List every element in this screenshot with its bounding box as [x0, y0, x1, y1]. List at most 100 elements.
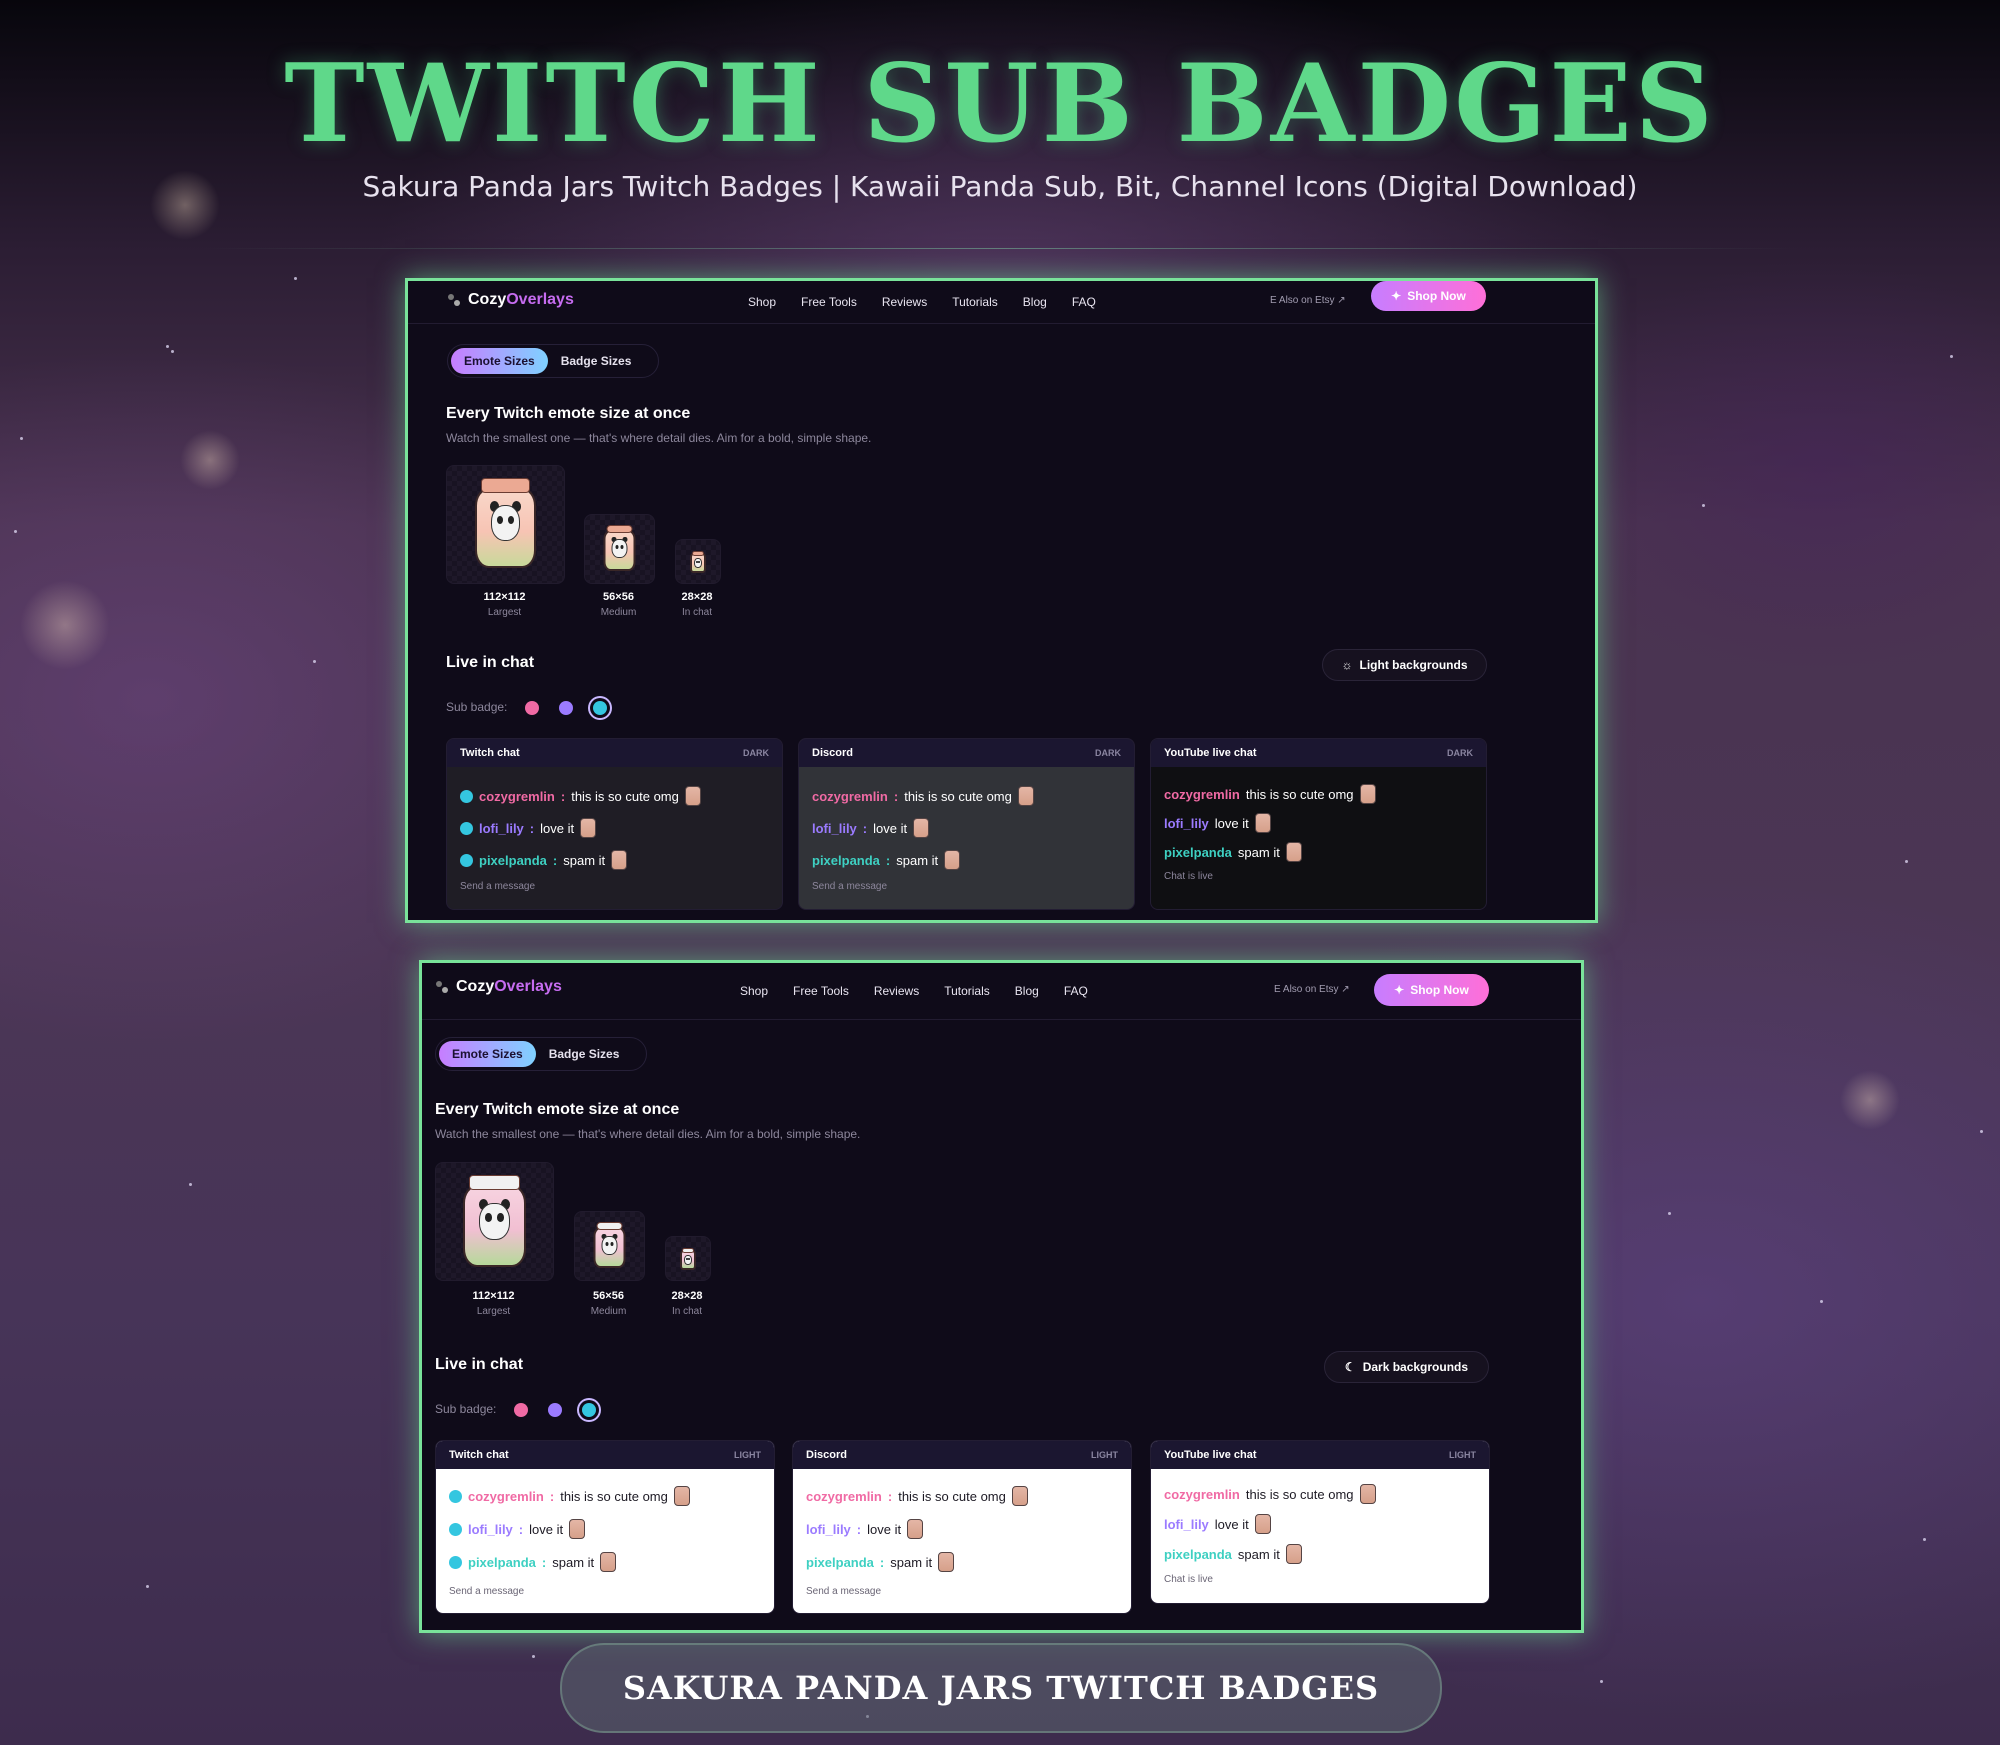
badge-option-cyan[interactable] — [593, 701, 607, 715]
chat-message: cozygremlin this is so cute omg — [1164, 1484, 1376, 1504]
discord-panel: Discord LIGHT cozygremlin: this is so cute… — [792, 1440, 1132, 1614]
twitch-chat-panel: Twitch chat LIGHT cozygremlin: this is so … — [435, 1440, 775, 1614]
section-heading: Every Twitch emote size at once — [446, 405, 691, 422]
panel-mode: LIGHT — [1091, 1450, 1118, 1460]
badge-option-purple[interactable] — [559, 701, 573, 715]
site-logo[interactable]: CozyOverlays — [448, 291, 574, 309]
size-label: 56×56 — [603, 591, 634, 603]
chat-message: lofi_lily: love it — [460, 818, 597, 838]
nav-faq[interactable]: FAQ — [1072, 295, 1096, 309]
tab-badge-sizes[interactable]: Badge Sizes — [548, 348, 645, 374]
top-nav: CozyOverlays Shop Free Tools Reviews Tut… — [422, 963, 1581, 1020]
emote-icon — [1285, 1544, 1302, 1564]
size-tabs: Emote Sizes Badge Sizes — [447, 344, 659, 378]
emote-preview-56 — [574, 1211, 645, 1281]
size-caption: Medium — [590, 1306, 627, 1317]
chat-message: lofi_lily: love it — [449, 1519, 586, 1539]
panda-jar-icon — [462, 1175, 528, 1267]
chat-message: pixelpanda: spam it — [460, 850, 628, 870]
badge-option-cyan[interactable] — [582, 1403, 596, 1417]
logo-text-a: Cozy — [456, 978, 495, 995]
chat-message: lofi_lily: love it — [806, 1519, 924, 1539]
section-description: Watch the smallest one — that's where de… — [435, 1127, 861, 1141]
emote-icon — [611, 850, 628, 870]
panda-jar-icon — [680, 1248, 696, 1270]
panda-jar-icon — [474, 478, 538, 568]
nav-reviews[interactable]: Reviews — [882, 295, 927, 309]
send-message-input[interactable]: Send a message — [449, 1586, 524, 1597]
size-caption: Medium — [600, 607, 637, 618]
panda-jar-icon — [603, 525, 636, 571]
shop-now-button[interactable]: ✦ Shop Now — [1371, 281, 1486, 311]
size-caption: Largest — [487, 607, 522, 618]
badge-option-purple[interactable] — [548, 1403, 562, 1417]
emote-icon — [1359, 784, 1376, 804]
tab-emote-sizes[interactable]: Emote Sizes — [451, 348, 548, 374]
emote-icon — [1254, 813, 1271, 833]
etsy-link[interactable]: E Also on Etsy ↗ — [1274, 984, 1350, 995]
site-logo[interactable]: CozyOverlays — [436, 978, 562, 996]
twitch-chat-panel: Twitch chat DARK cozygremlin: this is so c… — [446, 738, 783, 910]
chat-message: cozygremlin: this is so cute omg — [806, 1486, 1028, 1506]
chat-message: cozygremlin: this is so cute omg — [449, 1486, 690, 1506]
emote-icon — [907, 1519, 924, 1539]
send-message-input[interactable]: Send a message — [806, 1586, 881, 1597]
size-label: 112×112 — [472, 1290, 515, 1302]
emote-icon — [684, 786, 701, 806]
nav-free-tools[interactable]: Free Tools — [801, 295, 857, 309]
divider — [200, 248, 1800, 249]
nav-shop[interactable]: Shop — [748, 295, 776, 309]
emote-icon — [913, 818, 930, 838]
panel-mode: LIGHT — [734, 1450, 761, 1460]
live-heading: Live in chat — [446, 654, 535, 671]
panel-title: YouTube live chat — [1164, 747, 1257, 759]
nav-tutorials[interactable]: Tutorials — [944, 984, 990, 998]
background-toggle[interactable]: ☼ Light backgrounds — [1322, 649, 1487, 681]
emote-icon — [673, 1486, 690, 1506]
badge-option-pink[interactable] — [525, 701, 539, 715]
logo-text-a: Cozy — [468, 291, 507, 308]
panel-mode: DARK — [1447, 748, 1473, 758]
size-label: 28×28 — [681, 591, 713, 603]
etsy-icon: E — [1274, 984, 1283, 995]
send-message-input[interactable]: Send a message — [460, 881, 535, 892]
chat-status: Chat is live — [1164, 871, 1213, 882]
size-caption: Largest — [476, 1306, 511, 1317]
nav-blog[interactable]: Blog — [1015, 984, 1039, 998]
sub-badge-icon — [460, 789, 473, 803]
panel-title: Twitch chat — [449, 1449, 509, 1461]
shop-now-button[interactable]: ✦ Shop Now — [1374, 974, 1489, 1006]
screenshot-dark: CozyOverlays Shop Free Tools Reviews Tut… — [405, 278, 1598, 923]
chat-message: cozygremlin this is so cute omg — [1164, 784, 1376, 804]
badge-option-pink[interactable] — [514, 1403, 528, 1417]
sub-badge-icon — [460, 853, 473, 867]
chat-message: cozygremlin: this is so cute omg — [460, 786, 701, 806]
emote-icon — [580, 818, 597, 838]
panda-jar-icon — [593, 1222, 626, 1268]
cta-banner[interactable]: SAKURA PANDA JARS TWITCH BADGES — [560, 1643, 1442, 1733]
nav-blog[interactable]: Blog — [1023, 295, 1047, 309]
size-caption: In chat — [681, 607, 713, 618]
background-toggle[interactable]: ☾ Dark backgrounds — [1324, 1351, 1489, 1383]
nav-reviews[interactable]: Reviews — [874, 984, 919, 998]
nav-faq[interactable]: FAQ — [1064, 984, 1088, 998]
hero-title: TWITCH SUB BADGES — [284, 41, 1716, 167]
nav-shop[interactable]: Shop — [740, 984, 768, 998]
etsy-link[interactable]: E Also on Etsy ↗ — [1270, 295, 1346, 306]
nav-free-tools[interactable]: Free Tools — [793, 984, 849, 998]
sparkle-icon: ✦ — [1394, 983, 1405, 997]
nav-tutorials[interactable]: Tutorials — [952, 295, 998, 309]
youtube-chat-panel: YouTube live chat DARK cozygremlin this is… — [1150, 738, 1487, 910]
send-message-input[interactable]: Send a message — [812, 881, 887, 892]
tab-emote-sizes[interactable]: Emote Sizes — [439, 1041, 536, 1067]
sub-badge-icon — [449, 1522, 462, 1536]
panda-jar-icon — [690, 551, 706, 573]
sub-badge-label: Sub badge: — [446, 700, 508, 714]
chat-message: pixelpanda spam it — [1164, 1544, 1302, 1564]
tab-badge-sizes[interactable]: Badge Sizes — [536, 1041, 633, 1067]
chat-message: pixelpanda: spam it — [812, 850, 961, 870]
panel-title: Discord — [806, 1449, 847, 1461]
emote-icon — [938, 1552, 955, 1572]
hero-subtitle: Sakura Panda Jars Twitch Badges | Kawaii… — [362, 170, 1638, 203]
nav-links: Shop Free Tools Reviews Tutorials Blog F… — [748, 295, 1096, 309]
